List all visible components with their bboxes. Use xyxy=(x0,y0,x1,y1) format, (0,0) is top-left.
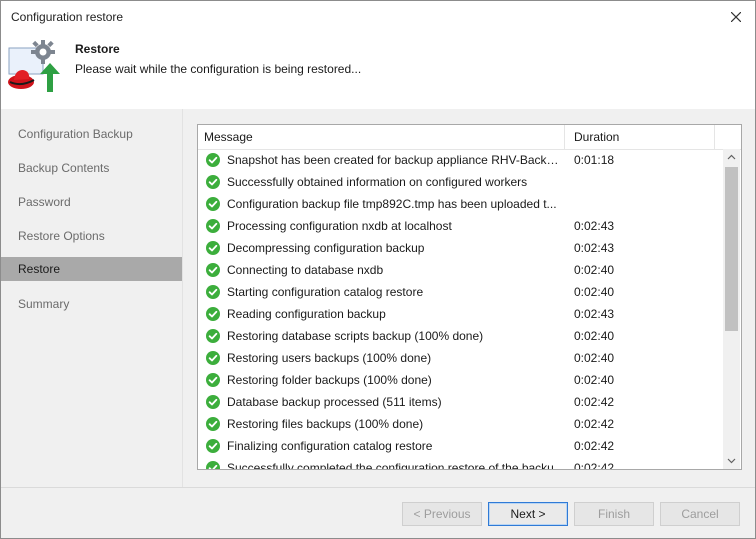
step-description: Please wait while the configuration is b… xyxy=(75,62,362,76)
log-duration: 0:02:40 xyxy=(574,351,615,365)
cancel-button[interactable]: Cancel xyxy=(660,502,740,526)
table-row[interactable]: Restoring files backups (100% done) 0:02:… xyxy=(198,413,722,435)
log-message: Restoring database scripts backup (100% … xyxy=(227,329,484,343)
log-message: Successfully obtained information on con… xyxy=(227,175,528,189)
sidebar-item-summary[interactable]: Summary xyxy=(1,292,182,316)
table-row[interactable]: Decompressing configuration backup 0:02:4… xyxy=(198,237,722,259)
log-duration: 0:02:42 xyxy=(574,417,615,431)
wizard-body: Configuration Backup Backup Contents Pas… xyxy=(1,109,755,487)
chevron-down-icon xyxy=(727,458,736,464)
wizard-header: Restore Please wait while the configurat… xyxy=(1,33,755,109)
sidebar-item-backup-contents[interactable]: Backup Contents xyxy=(1,156,182,180)
title-bar: Configuration restore xyxy=(1,1,755,33)
log-message: Successfully completed the configuration… xyxy=(227,461,564,469)
log-message: Connecting to database nxdb xyxy=(227,263,384,277)
log-message: Database backup processed (511 items) xyxy=(227,395,442,409)
scroll-down-button[interactable] xyxy=(723,452,740,469)
table-row[interactable]: Snapshot has been created for backup app… xyxy=(198,149,722,171)
log-duration: 0:02:40 xyxy=(574,285,615,299)
configuration-restore-dialog: Configuration restore Restore Please wai… xyxy=(0,0,756,539)
success-check-icon xyxy=(206,153,220,167)
step-title: Restore xyxy=(75,42,120,56)
window-title: Configuration restore xyxy=(11,10,124,24)
sidebar-item-configuration-backup[interactable]: Configuration Backup xyxy=(1,122,182,146)
log-duration: 0:01:18 xyxy=(574,153,615,167)
success-check-icon xyxy=(206,373,220,387)
scroll-up-button[interactable] xyxy=(723,149,740,166)
previous-button[interactable]: < Previous xyxy=(402,502,482,526)
log-duration: 0:02:40 xyxy=(574,329,615,343)
column-divider[interactable] xyxy=(564,125,565,149)
success-check-icon xyxy=(206,219,220,233)
table-row[interactable]: Restoring database scripts backup (100% … xyxy=(198,325,722,347)
sidebar-item-restore-options[interactable]: Restore Options xyxy=(1,224,182,248)
table-row[interactable]: Restoring users backups (100% done) 0:02:… xyxy=(198,347,722,369)
chevron-up-icon xyxy=(727,154,736,160)
restore-log-list[interactable]: Message Duration Snapshot has been creat… xyxy=(197,124,742,470)
log-message: Processing configuration nxdb at localho… xyxy=(227,219,452,233)
success-check-icon xyxy=(206,439,220,453)
success-check-icon xyxy=(206,395,220,409)
success-check-icon xyxy=(206,241,220,255)
scrollbar-thumb[interactable] xyxy=(725,167,738,331)
log-message: Restoring users backups (100% done) xyxy=(227,351,432,365)
success-check-icon xyxy=(206,285,220,299)
wizard-steps-sidebar: Configuration Backup Backup Contents Pas… xyxy=(1,109,183,487)
table-row[interactable]: Starting configuration catalog restore 0:… xyxy=(198,281,722,303)
log-message: Restoring folder backups (100% done) xyxy=(227,373,432,387)
wizard-footer: < Previous Next > Finish Cancel xyxy=(1,487,755,538)
success-check-icon xyxy=(206,263,220,277)
table-row[interactable]: Successfully completed the configuration… xyxy=(198,457,722,469)
log-message: Configuration backup file tmp892C.tmp ha… xyxy=(227,197,557,211)
next-button[interactable]: Next > xyxy=(488,502,568,526)
success-check-icon xyxy=(206,307,220,321)
success-check-icon xyxy=(206,461,220,469)
log-duration: 0:02:40 xyxy=(574,263,615,277)
log-message: Snapshot has been created for backup app… xyxy=(227,153,565,167)
log-rows: Snapshot has been created for backup app… xyxy=(198,149,722,469)
log-duration: 0:02:43 xyxy=(574,219,615,233)
table-row[interactable]: Connecting to database nxdb 0:02:40 xyxy=(198,259,722,281)
success-check-icon xyxy=(206,197,220,211)
sidebar-item-password[interactable]: Password xyxy=(1,190,182,214)
table-row[interactable]: Restoring folder backups (100% done) 0:02… xyxy=(198,369,722,391)
log-duration: 0:02:43 xyxy=(574,307,615,321)
column-header-message[interactable]: Message xyxy=(204,130,253,144)
log-message: Restoring files backups (100% done) xyxy=(227,417,424,431)
table-row[interactable]: Processing configuration nxdb at localho… xyxy=(198,215,722,237)
table-row[interactable]: Successfully obtained information on con… xyxy=(198,171,722,193)
table-row[interactable]: Configuration backup file tmp892C.tmp ha… xyxy=(198,193,722,215)
log-duration: 0:02:43 xyxy=(574,241,615,255)
close-button[interactable] xyxy=(723,5,749,29)
table-row[interactable]: Finalizing configuration catalog restore… xyxy=(198,435,722,457)
log-list-header: Message Duration xyxy=(198,125,741,150)
log-duration: 0:02:42 xyxy=(574,439,615,453)
success-check-icon xyxy=(206,175,220,189)
log-message: Starting configuration catalog restore xyxy=(227,285,424,299)
vertical-scrollbar[interactable] xyxy=(723,149,740,469)
restore-config-icon xyxy=(7,38,63,94)
sidebar-item-restore[interactable]: Restore xyxy=(1,257,182,281)
column-divider[interactable] xyxy=(714,125,715,149)
finish-button[interactable]: Finish xyxy=(574,502,654,526)
log-duration: 0:02:42 xyxy=(574,461,615,469)
log-message: Finalizing configuration catalog restore xyxy=(227,439,433,453)
log-duration: 0:02:42 xyxy=(574,395,615,409)
table-row[interactable]: Reading configuration backup 0:02:43 xyxy=(198,303,722,325)
column-header-duration[interactable]: Duration xyxy=(574,130,619,144)
success-check-icon xyxy=(206,351,220,365)
success-check-icon xyxy=(206,329,220,343)
log-message: Reading configuration backup xyxy=(227,307,386,321)
log-duration: 0:02:40 xyxy=(574,373,615,387)
success-check-icon xyxy=(206,417,220,431)
table-row[interactable]: Database backup processed (511 items) 0:0… xyxy=(198,391,722,413)
log-message: Decompressing configuration backup xyxy=(227,241,425,255)
close-icon xyxy=(731,12,741,22)
